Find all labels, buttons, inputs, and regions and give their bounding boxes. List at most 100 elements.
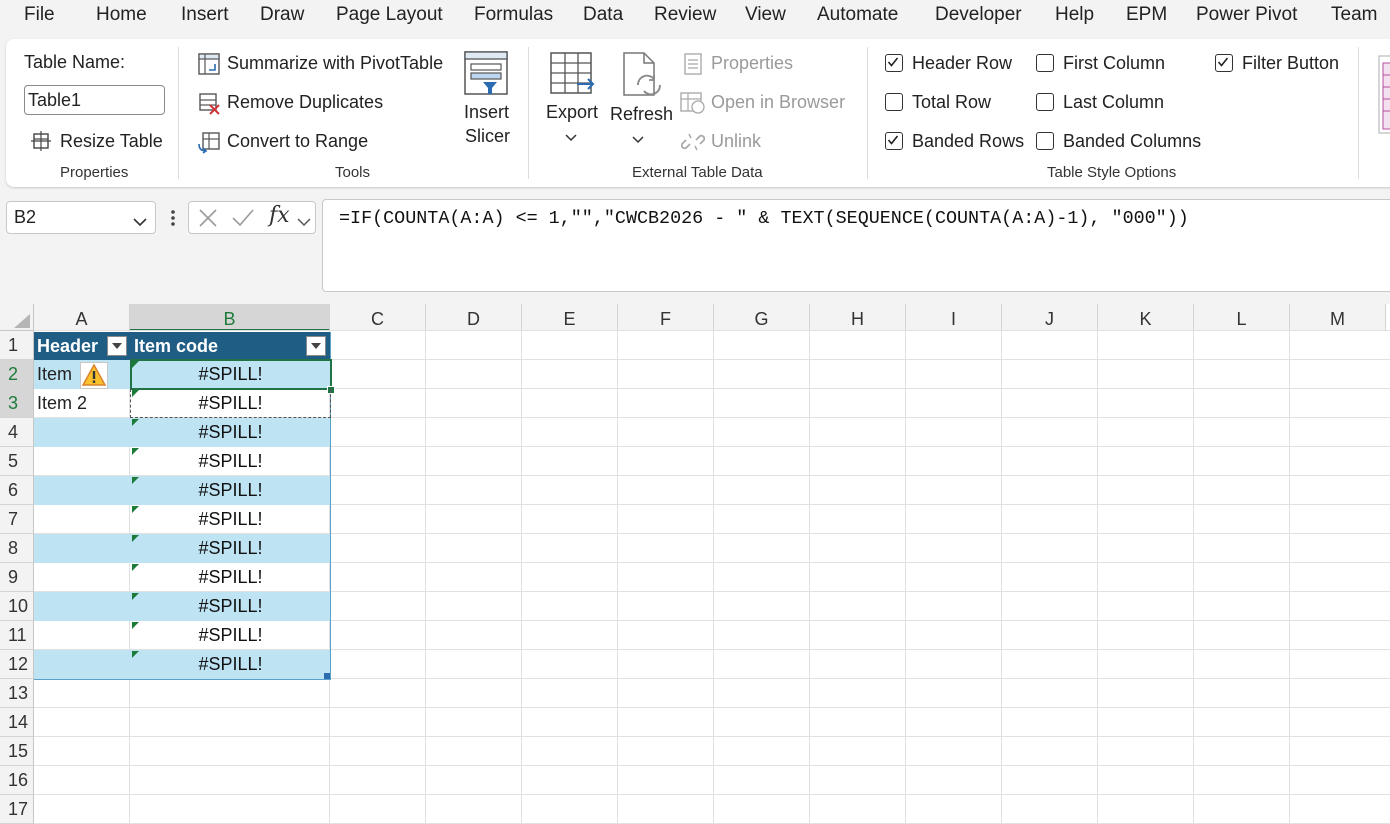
column-gridline bbox=[1193, 331, 1194, 823]
name-box[interactable]: B2 bbox=[6, 201, 156, 234]
row-header-10[interactable]: 10 bbox=[0, 592, 34, 621]
table-name-input[interactable]: Table1 bbox=[24, 85, 165, 115]
resize-table-handle[interactable] bbox=[324, 673, 330, 679]
menu-page-layout[interactable]: Page Layout bbox=[336, 4, 443, 26]
banded-rows-checkbox[interactable] bbox=[885, 132, 903, 150]
enter-check-icon[interactable] bbox=[231, 208, 255, 233]
spill-error-cell[interactable]: #SPILL! bbox=[131, 621, 330, 650]
error-warning-icon[interactable] bbox=[80, 362, 108, 389]
item-cell[interactable]: Item bbox=[37, 364, 72, 385]
resize-table-button[interactable]: Resize Table bbox=[60, 131, 163, 152]
export-icon bbox=[549, 50, 597, 103]
filter-dropdown-a[interactable] bbox=[107, 336, 127, 356]
column-header-h[interactable]: H bbox=[810, 304, 906, 331]
select-all-corner[interactable] bbox=[0, 304, 34, 331]
spill-error-cell[interactable]: #SPILL! bbox=[131, 534, 330, 563]
menu-developer[interactable]: Developer bbox=[935, 4, 1022, 26]
menu-team[interactable]: Team bbox=[1331, 4, 1377, 26]
row-header-13[interactable]: 13 bbox=[0, 679, 34, 708]
chevron-down-icon[interactable] bbox=[297, 214, 311, 232]
column-header-c[interactable]: C bbox=[330, 304, 426, 331]
remove-duplicates-button[interactable]: Remove Duplicates bbox=[227, 92, 383, 113]
row-header-17[interactable]: 17 bbox=[0, 795, 34, 824]
menu-power-pivot[interactable]: Power Pivot bbox=[1196, 4, 1297, 26]
error-indicator-triangle bbox=[132, 506, 139, 513]
error-indicator-triangle bbox=[132, 593, 139, 600]
column-header-e[interactable]: E bbox=[522, 304, 618, 331]
chevron-down-icon[interactable] bbox=[133, 214, 147, 232]
total-row-checkbox[interactable] bbox=[885, 93, 903, 111]
menu-help[interactable]: Help bbox=[1055, 4, 1094, 26]
cancel-icon[interactable] bbox=[198, 208, 218, 233]
column-header-m[interactable]: M bbox=[1290, 304, 1386, 331]
menu-draw[interactable]: Draw bbox=[260, 4, 304, 26]
column-header-i[interactable]: I bbox=[906, 304, 1002, 331]
summarize-pivottable-button[interactable]: Summarize with PivotTable bbox=[227, 53, 443, 74]
menu-data[interactable]: Data bbox=[583, 4, 623, 26]
row-header-8[interactable]: 8 bbox=[0, 534, 34, 563]
spill-error-cell[interactable]: #SPILL! bbox=[131, 447, 330, 476]
first-column-checkbox[interactable] bbox=[1036, 54, 1054, 72]
spill-error-cell[interactable]: #SPILL! bbox=[131, 563, 330, 592]
header-row-checkbox[interactable] bbox=[885, 54, 903, 72]
menu-view[interactable]: View bbox=[745, 4, 786, 26]
row-header-9[interactable]: 9 bbox=[0, 563, 34, 592]
menu-home[interactable]: Home bbox=[96, 4, 147, 26]
spill-error-cell[interactable]: #SPILL! bbox=[131, 592, 330, 621]
row-header-14[interactable]: 14 bbox=[0, 708, 34, 737]
column-header-j[interactable]: J bbox=[1002, 304, 1098, 331]
insert-slicer-label-1[interactable]: Insert bbox=[464, 102, 509, 123]
row-header-5[interactable]: 5 bbox=[0, 447, 34, 476]
column-header-f[interactable]: F bbox=[618, 304, 714, 331]
error-indicator-triangle bbox=[132, 564, 139, 571]
more-options-icon[interactable] bbox=[170, 208, 176, 233]
column-header-k[interactable]: K bbox=[1098, 304, 1194, 331]
menu-automate[interactable]: Automate bbox=[817, 4, 898, 26]
menu-insert[interactable]: Insert bbox=[181, 4, 229, 26]
row-header-3[interactable]: 3 bbox=[0, 389, 34, 418]
row-header-15[interactable]: 15 bbox=[0, 737, 34, 766]
refresh-button[interactable]: Refresh bbox=[610, 104, 673, 125]
row-header-11[interactable]: 11 bbox=[0, 621, 34, 650]
row-header-16[interactable]: 16 bbox=[0, 766, 34, 795]
spill-error-cell[interactable]: #SPILL! bbox=[131, 476, 330, 505]
open-in-browser-button[interactable]: Open in Browser bbox=[711, 92, 845, 113]
table-styles-gallery-icon[interactable] bbox=[1371, 55, 1390, 140]
filter-button-checkbox[interactable] bbox=[1215, 54, 1233, 72]
last-column-checkbox[interactable] bbox=[1036, 93, 1054, 111]
row-header-2[interactable]: 2 bbox=[0, 360, 34, 389]
menu-review[interactable]: Review bbox=[654, 4, 716, 26]
unlink-button[interactable]: Unlink bbox=[711, 131, 761, 152]
row-gridline bbox=[34, 707, 1390, 708]
insert-slicer-label-2[interactable]: Slicer bbox=[465, 126, 510, 147]
row-header-1[interactable]: 1 bbox=[0, 331, 34, 360]
spill-error-cell[interactable]: #SPILL! bbox=[131, 505, 330, 534]
filter-dropdown-b[interactable] bbox=[306, 336, 326, 356]
formula-input[interactable]: =IF(COUNTA(A:A) <= 1,"","CWCB2026 - " & … bbox=[322, 199, 1390, 292]
properties-button[interactable]: Properties bbox=[711, 53, 793, 74]
refresh-chevron-down-icon[interactable] bbox=[632, 131, 644, 149]
export-chevron-down-icon[interactable] bbox=[565, 129, 577, 147]
row-header-12[interactable]: 12 bbox=[0, 650, 34, 679]
menu-epm[interactable]: EPM bbox=[1126, 4, 1167, 26]
spill-error-cell[interactable]: #SPILL! bbox=[131, 650, 330, 679]
spill-error-cell[interactable]: #SPILL! bbox=[131, 418, 330, 447]
header-row-label: Header Row bbox=[912, 53, 1013, 73]
banded-columns-checkbox[interactable] bbox=[1036, 132, 1054, 150]
column-gridline bbox=[425, 331, 426, 823]
column-header-b[interactable]: B bbox=[130, 304, 330, 331]
insert-function-icon[interactable]: fx bbox=[269, 203, 290, 228]
export-button[interactable]: Export bbox=[546, 102, 598, 123]
column-header-g[interactable]: G bbox=[714, 304, 810, 331]
column-header-d[interactable]: D bbox=[426, 304, 522, 331]
convert-to-range-button[interactable]: Convert to Range bbox=[227, 131, 368, 152]
row-header-6[interactable]: 6 bbox=[0, 476, 34, 505]
column-header-a[interactable]: A bbox=[34, 304, 130, 331]
row-header-4[interactable]: 4 bbox=[0, 418, 34, 447]
column-header-l[interactable]: L bbox=[1194, 304, 1290, 331]
menu-file[interactable]: File bbox=[24, 4, 55, 26]
row-header-7[interactable]: 7 bbox=[0, 505, 34, 534]
item-cell[interactable]: Item 2 bbox=[37, 393, 87, 414]
error-indicator-triangle bbox=[132, 419, 139, 426]
menu-formulas[interactable]: Formulas bbox=[474, 4, 553, 26]
